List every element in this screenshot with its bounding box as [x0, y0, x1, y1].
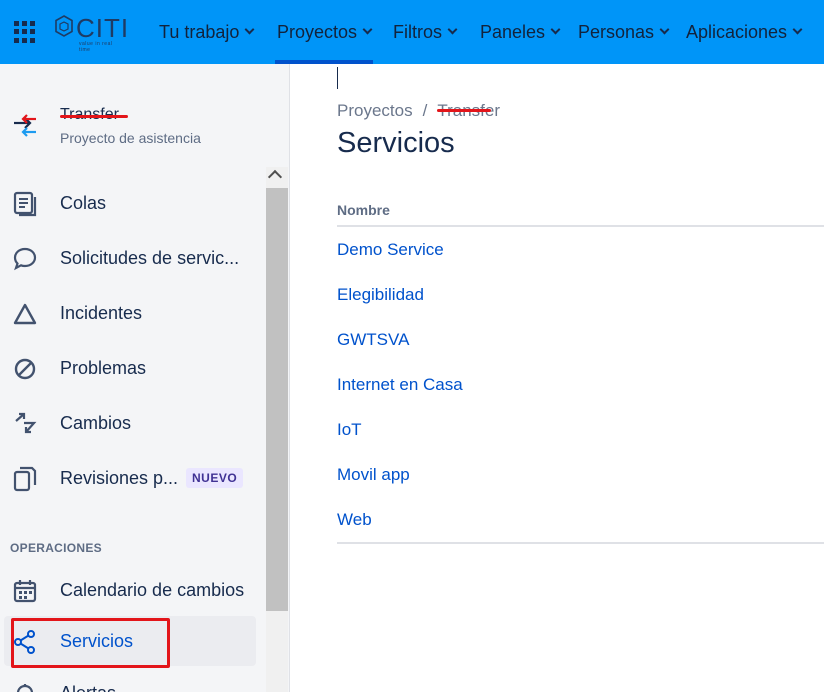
sidebar-item-label: Problemas	[60, 357, 147, 378]
chevron-down-icon	[792, 24, 803, 35]
sidebar-item-revisiones[interactable]: Revisiones p... NUEVO	[0, 453, 262, 503]
chevron-down-icon	[659, 24, 670, 35]
transfer-arrows-icon	[14, 114, 36, 137]
breadcrumb-separator: /	[422, 101, 428, 120]
nav-item-label: Aplicaciones	[686, 21, 788, 42]
chevron-down-icon	[362, 24, 373, 35]
section-heading-operaciones: OPERACIONES	[10, 541, 102, 555]
nav-tu-trabajo[interactable]: Tu trabajo	[159, 0, 255, 64]
sidebar-item-label: Revisiones p...	[60, 467, 179, 488]
speech-bubble-icon	[13, 247, 37, 271]
table-row: GWTSVA	[337, 317, 824, 362]
nav-item-label: Proyectos	[277, 21, 358, 42]
sidebar-item-problemas[interactable]: Problemas	[0, 343, 262, 393]
sidebar-item-incidentes[interactable]: Incidentes	[0, 288, 262, 338]
sidebar-item-solicitudes[interactable]: Solicitudes de servic...	[0, 233, 262, 283]
table-row: Internet en Casa	[337, 362, 824, 407]
nav-item-label: Paneles	[480, 21, 546, 42]
table-row: Demo Service	[337, 227, 824, 272]
logo-tagline: value in real time	[79, 41, 113, 53]
main-content: Proyectos/Transfer Servicios Nombre Demo…	[290, 64, 824, 692]
sidebar-item-label: Cambios	[60, 412, 132, 433]
table-bottom-divider	[337, 542, 824, 544]
annotation-highlight-box	[11, 618, 170, 668]
redaction-strike	[437, 109, 491, 112]
chevron-down-icon	[447, 24, 458, 35]
documents-icon	[13, 466, 37, 492]
sidebar-item-alertas[interactable]: Alertas	[0, 668, 262, 692]
nav-personas[interactable]: Personas	[578, 0, 670, 64]
sidebar-item-label: Solicitudes de servic...	[60, 247, 240, 268]
sidebar-item-calendario[interactable]: Calendario de cambios	[0, 565, 262, 615]
sidebar-item-cambios[interactable]: Cambios	[0, 398, 262, 448]
sidebar-item-label: Calendario de cambios	[60, 579, 245, 600]
nav-item-label: Filtros	[393, 21, 442, 42]
top-navigation-bar: CITI value in real time Tu trabajo Proye…	[0, 0, 824, 64]
nav-aplicaciones[interactable]: Aplicaciones	[686, 0, 803, 64]
app-switcher-grid-icon[interactable]	[14, 21, 36, 43]
table-row: Web	[337, 497, 824, 542]
bell-icon	[16, 684, 34, 692]
service-link[interactable]: Elegibilidad	[337, 285, 424, 305]
nav-proyectos[interactable]: Proyectos	[274, 0, 374, 64]
citi-logo[interactable]: CITI value in real time	[54, 13, 128, 53]
chevron-down-icon	[244, 24, 255, 35]
column-header-nombre[interactable]: Nombre	[337, 202, 390, 218]
sidebar-item-label: Alertas	[60, 683, 116, 692]
services-table: Demo Service Elegibilidad GWTSVA Interne…	[337, 227, 824, 542]
table-row: Elegibilidad	[337, 272, 824, 317]
new-badge: NUEVO	[186, 468, 244, 488]
project-sidebar: Transfer Proyecto de asistencia Colas So…	[0, 64, 290, 692]
table-row: IoT	[337, 407, 824, 452]
breadcrumb-proyectos[interactable]: Proyectos	[337, 101, 413, 120]
text-cursor	[337, 67, 338, 89]
logo-wordmark: CITI	[76, 13, 130, 43]
service-link[interactable]: Demo Service	[337, 240, 444, 260]
change-arrows-icon	[15, 412, 37, 434]
table-row: Movil app	[337, 452, 824, 497]
nav-filtros[interactable]: Filtros	[393, 0, 458, 64]
chevron-down-icon	[550, 24, 561, 35]
queue-icon	[13, 191, 37, 217]
redaction-strike	[60, 115, 128, 118]
prohibited-icon	[14, 358, 36, 380]
page-title: Servicios	[337, 127, 455, 159]
triangle-icon	[13, 303, 37, 325]
nav-item-label: Personas	[578, 21, 655, 42]
service-link[interactable]: GWTSVA	[337, 330, 409, 350]
sidebar-item-colas[interactable]: Colas	[0, 178, 262, 228]
calendar-icon	[13, 580, 37, 603]
service-link[interactable]: Web	[337, 510, 372, 530]
service-link[interactable]: IoT	[337, 420, 362, 440]
hexagon-logo-icon	[55, 15, 73, 37]
sidebar-item-label: Incidentes	[60, 302, 143, 323]
sidebar-item-label: Colas	[60, 192, 107, 213]
nav-item-label: Tu trabajo	[159, 21, 240, 42]
service-link[interactable]: Internet en Casa	[337, 375, 463, 395]
sidebar-scrollbar-thumb[interactable]	[266, 188, 288, 611]
service-link[interactable]: Movil app	[337, 465, 410, 485]
nav-paneles[interactable]: Paneles	[480, 0, 561, 64]
project-type: Proyecto de asistencia	[60, 130, 201, 146]
